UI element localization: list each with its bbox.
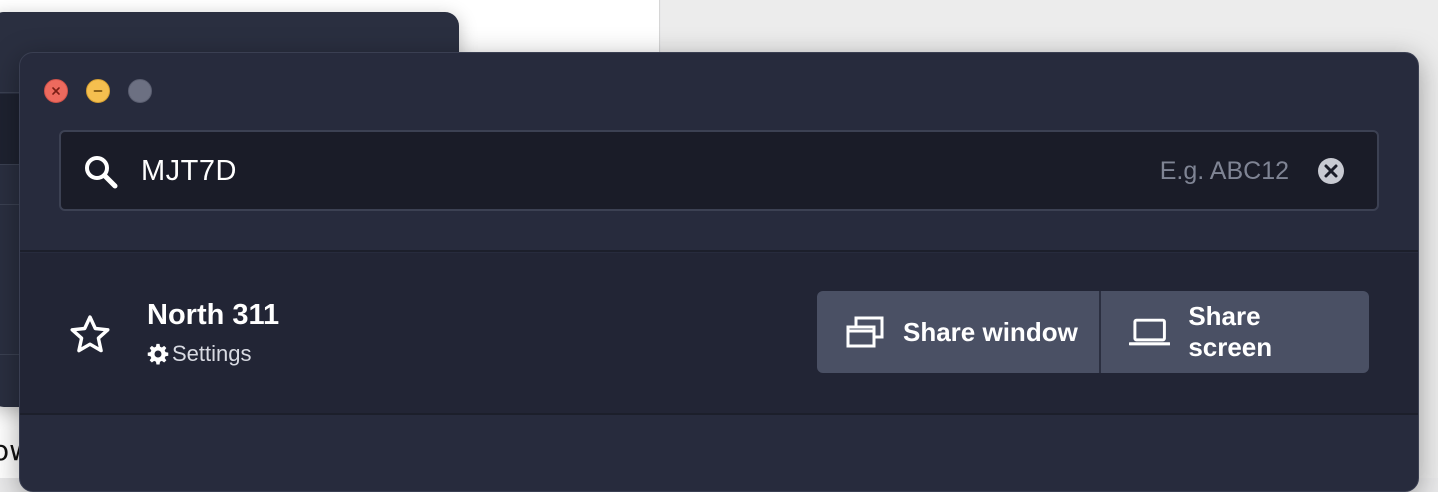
- minimize-icon: [93, 90, 103, 92]
- share-buttons: Share window Share screen: [817, 291, 1369, 373]
- gear-icon: [147, 343, 169, 365]
- results-list: North 311 Settings Share window Share sc…: [20, 253, 1418, 413]
- close-window-button[interactable]: [44, 79, 68, 103]
- list-item[interactable]: North 311 Settings Share window Share sc…: [20, 253, 1418, 413]
- search-field[interactable]: MJT7D E.g. ABC12: [59, 130, 1379, 211]
- maximize-window-button[interactable]: [128, 79, 152, 103]
- main-window: MJT7D E.g. ABC12 North 311 Settings Shar…: [19, 52, 1419, 492]
- window-controls: [44, 79, 152, 103]
- search-placeholder: E.g. ABC12: [1159, 157, 1289, 185]
- share-window-label: Share window: [903, 316, 1078, 347]
- laptop-icon: [1129, 318, 1171, 346]
- share-window-button[interactable]: Share window: [817, 291, 1099, 373]
- star-icon[interactable]: [69, 314, 111, 354]
- settings-link[interactable]: Settings: [147, 341, 252, 367]
- minimize-window-button[interactable]: [86, 79, 110, 103]
- divider: [20, 250, 1418, 252]
- search-input[interactable]: MJT7D: [141, 132, 237, 209]
- settings-label: Settings: [172, 341, 252, 366]
- background-text: ow: [0, 434, 20, 467]
- clear-icon[interactable]: [1317, 157, 1345, 185]
- share-screen-button[interactable]: Share screen: [1099, 291, 1369, 373]
- item-title: North 311: [147, 299, 280, 331]
- search-icon: [85, 156, 118, 189]
- divider: [20, 413, 1418, 415]
- close-icon: [52, 87, 60, 95]
- windows-icon: [846, 316, 884, 348]
- share-screen-label: Share screen: [1188, 301, 1273, 362]
